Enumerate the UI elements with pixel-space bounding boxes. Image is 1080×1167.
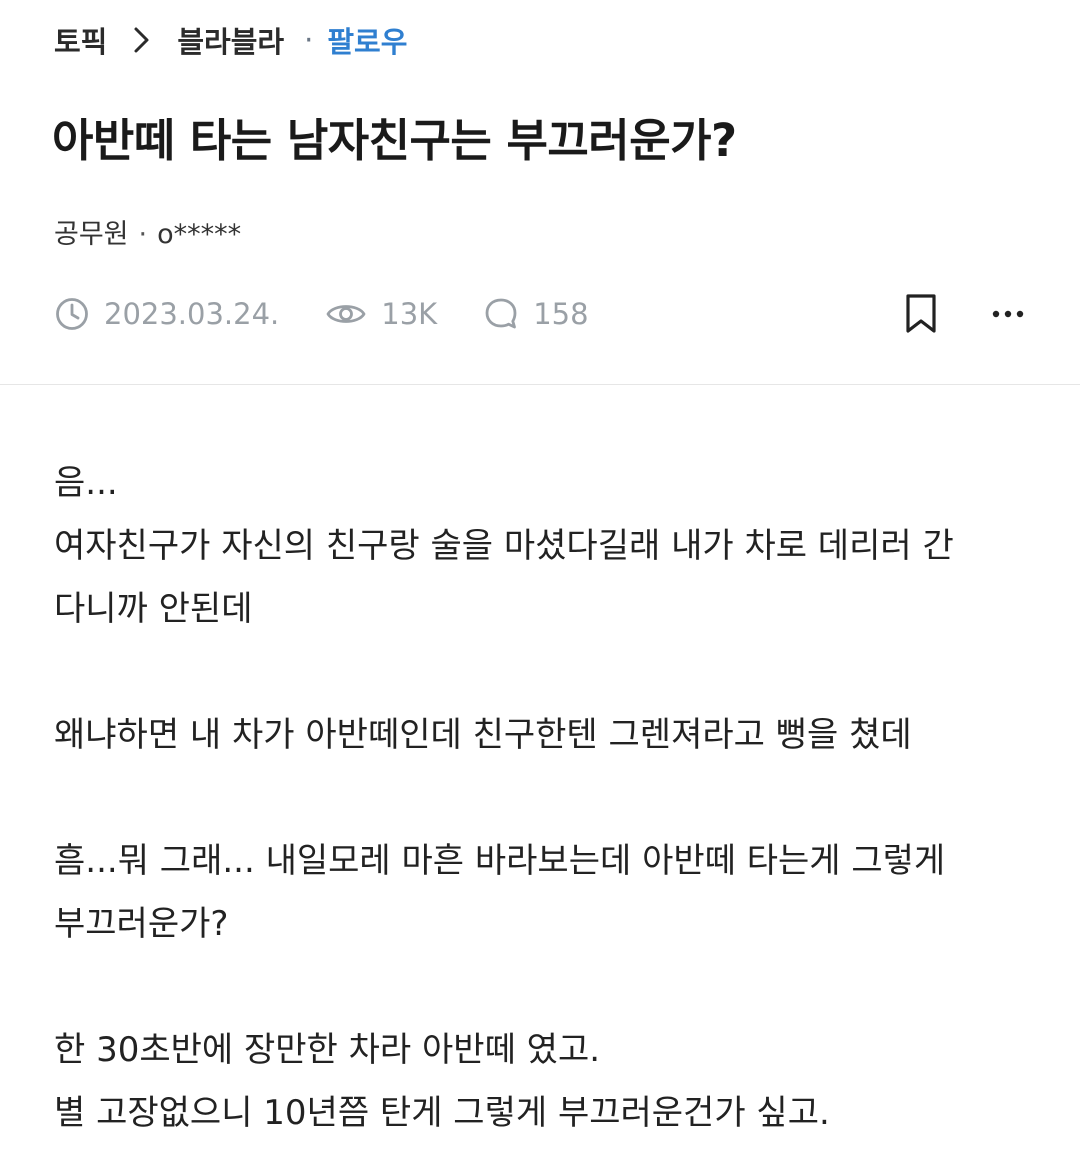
content-line: 별 고장없으니 10년쯤 탄게 그렇게 부끄러운건가 싶고. xyxy=(54,1093,830,1133)
post-author: 공무원 · o***** xyxy=(54,212,241,251)
bookmark-button[interactable] xyxy=(904,293,938,335)
post-comments-count: 158 xyxy=(533,297,589,331)
post-views: 13K xyxy=(325,297,437,331)
more-dots-icon xyxy=(992,310,1024,318)
post-actions xyxy=(904,290,1024,338)
post-comments[interactable]: 158 xyxy=(483,296,589,332)
author-company[interactable]: 공무원 xyxy=(54,219,129,250)
eye-icon xyxy=(326,305,366,323)
content-line: 다니까 안된데 xyxy=(54,589,253,629)
content-line: 부끄러운가? xyxy=(54,904,229,944)
post-date-text: 2023.03.24. xyxy=(104,297,280,331)
post-meta: 2023.03.24. 13K 158 xyxy=(54,288,635,340)
breadcrumb-separator: · xyxy=(304,23,314,57)
chevron-right-icon xyxy=(133,26,151,54)
clock-icon xyxy=(56,298,88,330)
content-line: 여자친구가 자신의 친구랑 술을 마셨다길래 내가 차로 데리러 간 xyxy=(54,526,954,566)
bookmark-icon xyxy=(906,294,936,333)
content-line: 음... xyxy=(54,463,118,503)
author-id: o***** xyxy=(157,219,242,250)
post-views-count: 13K xyxy=(381,297,438,331)
post-title: 아반떼 타는 남자친구는 부끄러운가? xyxy=(52,114,737,167)
follow-button[interactable]: 팔로우 xyxy=(327,19,407,61)
content-blank-line xyxy=(54,641,1044,704)
content-blank-line xyxy=(54,767,1044,830)
post-date: 2023.03.24. xyxy=(54,296,279,332)
header-divider xyxy=(0,384,1080,385)
content-line: 흠...뭐 그래... 내일모레 마흔 바라보는데 아반떼 타는게 그렇게 xyxy=(54,841,946,881)
more-button[interactable] xyxy=(992,309,1024,319)
post-content: 음... 여자친구가 자신의 친구랑 술을 마셨다길래 내가 차로 데리러 간 … xyxy=(54,452,1044,1145)
breadcrumb-topic[interactable]: 토픽 xyxy=(54,19,107,61)
breadcrumb: 토픽 블라블라 · 팔로우 xyxy=(54,18,407,62)
content-blank-line xyxy=(54,956,1044,1019)
author-separator: · xyxy=(138,219,148,250)
content-line: 한 30초반에 장만한 차라 아반떼 였고. xyxy=(54,1030,601,1070)
breadcrumb-board[interactable]: 블라블라 xyxy=(177,19,284,61)
comment-bubble-icon xyxy=(485,298,517,329)
content-line: 왜냐하면 내 차가 아반떼인데 친구한텐 그렌져라고 뻥을 쳤데 xyxy=(54,715,912,755)
